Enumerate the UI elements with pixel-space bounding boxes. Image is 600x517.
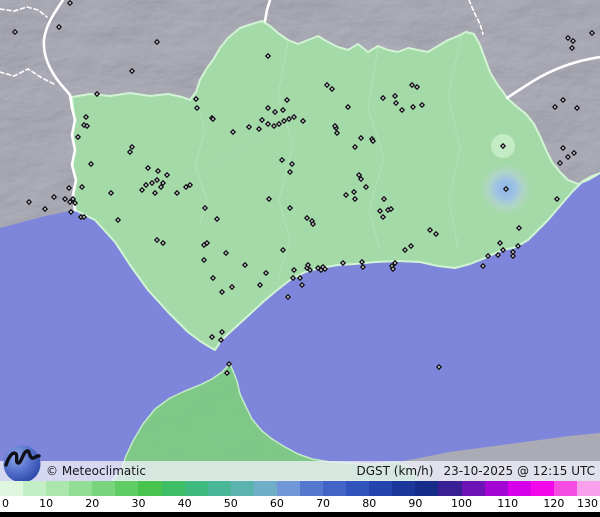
scale-color-cell	[138, 481, 162, 496]
scale-color-cell	[161, 481, 185, 496]
scale-tick-label: 80	[362, 497, 377, 510]
scale-color-cell	[530, 481, 554, 496]
scale-tick-label: 70	[316, 497, 331, 510]
product-label: DGST (km/h)	[356, 464, 434, 478]
scale-color-cell	[576, 481, 600, 496]
bottom-border	[0, 512, 600, 517]
scale-color-cell	[23, 481, 47, 496]
scale-color-cell	[184, 481, 208, 496]
meteoclimatic-logo-icon	[3, 445, 41, 483]
scale-color-cell	[484, 481, 508, 496]
scale-tick-label: 20	[85, 497, 100, 510]
product-info: DGST (km/h) 23-10-2025 @ 12:15 UTC	[356, 464, 595, 478]
scale-tick-label: 0	[2, 497, 9, 510]
scale-tick-labels: 0 10 20 30 40 50 60 70 80 90 100 110 120 130	[0, 496, 600, 512]
scale-color-cell	[300, 481, 324, 496]
scale-color-cell	[323, 481, 347, 496]
scale-color-cell	[276, 481, 301, 496]
scale-color-cell	[369, 481, 393, 496]
scale-tick-label: 40	[177, 497, 192, 510]
scale-tick-label: 100	[451, 497, 473, 510]
attribution-bar: © Meteoclimatic DGST (km/h) 23-10-2025 @…	[0, 461, 600, 481]
scale-tick-label: 110	[497, 497, 519, 510]
map-canvas	[0, 0, 600, 481]
scale-color-cell	[438, 481, 462, 496]
scale-color-cell	[346, 481, 370, 496]
weather-map-app: © Meteoclimatic DGST (km/h) 23-10-2025 @…	[0, 0, 600, 517]
scale-color-cell	[507, 481, 531, 496]
wind-gust-color-scale	[0, 481, 600, 496]
scale-tick-label: 30	[131, 497, 146, 510]
scale-color-cell	[392, 481, 416, 496]
scale-color-cell	[253, 481, 277, 496]
scale-color-cell	[553, 481, 577, 496]
attribution-text: © Meteoclimatic	[46, 464, 146, 478]
scale-tick-label: 60	[269, 497, 284, 510]
scale-color-cell	[69, 481, 93, 496]
scale-color-cell	[230, 481, 254, 496]
scale-color-cell	[415, 481, 439, 496]
timestamp-label: 23-10-2025 @ 12:15 UTC	[443, 464, 595, 478]
scale-tick-label: 130	[577, 497, 598, 510]
scale-tick-label: 50	[223, 497, 238, 510]
scale-tick-label: 90	[408, 497, 423, 510]
scale-color-cell	[0, 481, 24, 496]
scale-color-cell	[207, 481, 231, 496]
scale-color-cell	[115, 481, 139, 496]
scale-tick-label: 120	[543, 497, 565, 510]
scale-color-cell	[461, 481, 485, 496]
scale-color-cell	[92, 481, 116, 496]
scale-tick-label: 10	[39, 497, 54, 510]
scale-color-cell	[46, 481, 70, 496]
